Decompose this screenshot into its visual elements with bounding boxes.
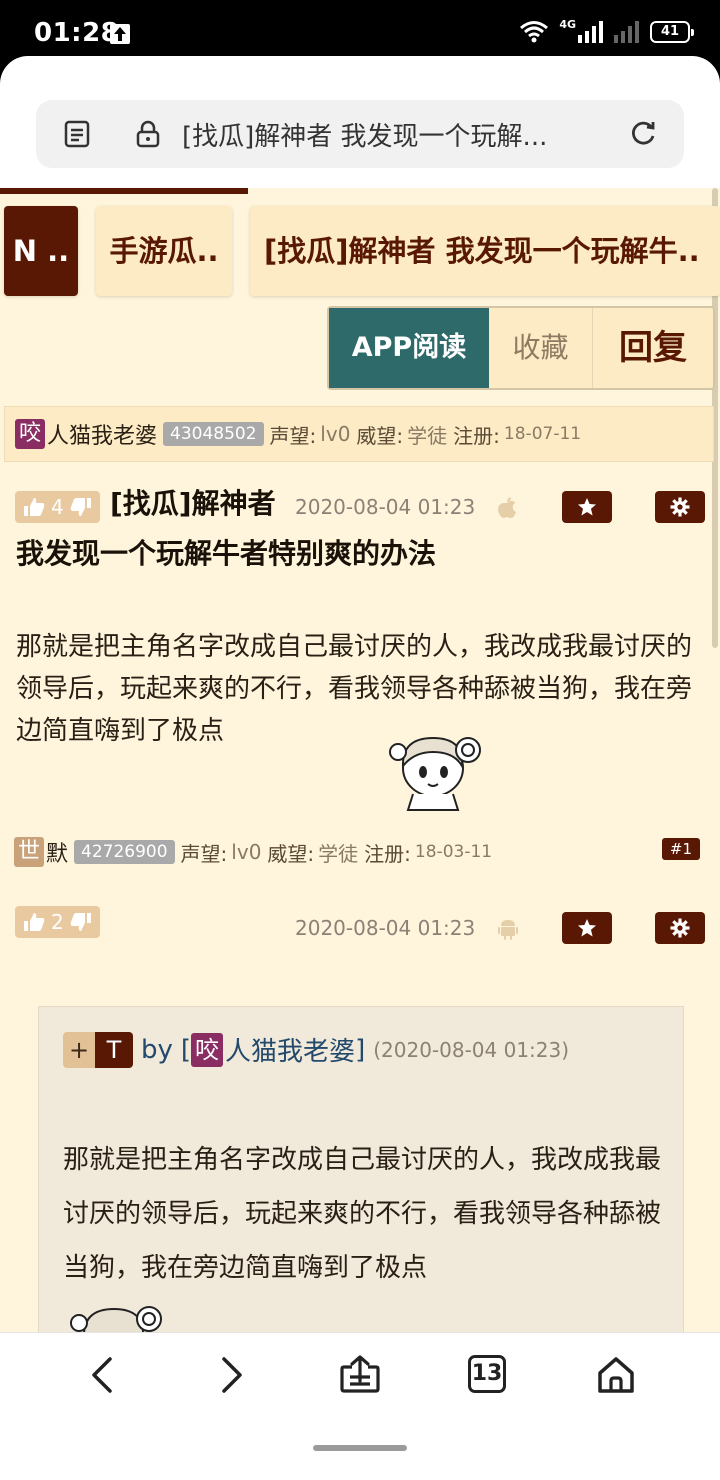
- favorite-button[interactable]: 收藏: [489, 308, 593, 388]
- network-type-label: 4G: [559, 17, 576, 31]
- quote-time: (2020-08-04 01:23): [373, 1037, 570, 1062]
- post-body-text: 那就是把主角名字改成自己最讨厌的人，我改成我最讨厌的领导后，玩起来爽的不行，看我…: [16, 632, 693, 746]
- quote-bracket-open: [: [180, 1034, 192, 1065]
- lock-icon: [136, 120, 160, 148]
- tabs-count-button[interactable]: 13: [468, 1355, 506, 1393]
- page-load-progress: [0, 188, 248, 194]
- reply-button[interactable]: 回复: [593, 308, 713, 388]
- battery-icon: 41: [650, 21, 694, 43]
- app-read-button[interactable]: APP阅读: [329, 308, 489, 388]
- star-icon: [578, 919, 596, 937]
- prestige-value: 学徒: [318, 841, 359, 866]
- reputation-label: 声望:: [180, 841, 228, 866]
- register-label: 注册:: [364, 841, 411, 866]
- recommend-button[interactable]: [562, 491, 612, 523]
- reputation-label: 声望:: [269, 423, 317, 448]
- avatar[interactable]: 咬: [191, 1032, 224, 1067]
- nav-thread-link[interactable]: [找瓜]解神者 我发现一个玩解牛..: [250, 206, 720, 296]
- home-icon[interactable]: [596, 1355, 636, 1395]
- post-title-text: [找瓜]解神者: [110, 487, 276, 520]
- share-icon[interactable]: [338, 1355, 382, 1395]
- author-uid: 42726900: [74, 840, 175, 864]
- gear-icon: [670, 497, 690, 517]
- post-body: 那就是把主角名字改成自己最讨厌的人，我改成我最讨厌的领导后，玩起来爽的不行，看我…: [16, 626, 706, 752]
- quote-topic-tag[interactable]: T: [95, 1031, 133, 1068]
- thumbs-up-icon[interactable]: [23, 912, 45, 932]
- forward-icon[interactable]: [216, 1355, 246, 1395]
- wifi-icon: [520, 21, 549, 43]
- post-time: 2020-08-04 01:23: [295, 495, 476, 519]
- reply-settings-button[interactable]: [655, 912, 705, 944]
- gear-icon: [670, 918, 690, 938]
- signal-2-icon: [614, 21, 639, 43]
- sticker-image: [389, 736, 481, 811]
- sticker-image: [70, 1306, 162, 1332]
- quote-block: + T by [ 咬 人猫我老婆 ] (2020-08-04 01:23) 那就…: [38, 1006, 684, 1332]
- register-label: 注册:: [453, 423, 500, 448]
- status-time: 01:28: [34, 18, 120, 48]
- thread-actions: APP阅读 收藏 回复: [327, 306, 715, 390]
- nav-home-link[interactable]: N ..: [4, 206, 78, 296]
- post-author-bar: 咬 人猫我老婆 43048502 声望: lv0 威望: 学徒 注册: 18-0…: [4, 406, 714, 462]
- avatar[interactable]: 世: [14, 837, 44, 867]
- quote-expand-button[interactable]: +: [63, 1031, 95, 1068]
- apple-icon: [498, 497, 516, 518]
- page-info-icon[interactable]: [64, 120, 90, 148]
- reply-time: 2020-08-04 01:23: [295, 916, 476, 940]
- address-bar[interactable]: [找瓜]解神者 我发现一个玩解...: [36, 100, 684, 168]
- nav-forum-link[interactable]: 手游瓜..: [96, 206, 232, 296]
- home-indicator[interactable]: [313, 1445, 407, 1451]
- star-icon: [578, 498, 596, 516]
- register-date: 18-07-11: [503, 424, 582, 444]
- thumbs-down-icon[interactable]: [70, 912, 92, 932]
- recommend-button[interactable]: [562, 912, 612, 944]
- url-text[interactable]: [找瓜]解神者 我发现一个玩解...: [182, 116, 602, 153]
- prestige-value: 学徒: [407, 423, 448, 448]
- author-name[interactable]: 默: [46, 836, 68, 868]
- back-icon[interactable]: [88, 1355, 118, 1395]
- quote-body: 那就是把主角名字改成自己最讨厌的人，我改成我最讨厌的领导后，玩起来爽的不行，看我…: [63, 1145, 662, 1283]
- vote-box: 2: [15, 906, 100, 938]
- reload-icon[interactable]: [628, 118, 658, 148]
- prestige-label: 威望:: [267, 841, 315, 866]
- web-page: N .. 手游瓜.. [找瓜]解神者 我发现一个玩解牛.. APP阅读 收藏 回…: [0, 188, 720, 1332]
- floor-badge[interactable]: #1: [661, 838, 700, 860]
- quote-author[interactable]: 人猫我老婆: [225, 1031, 355, 1068]
- quote-header: + T by [ 咬 人猫我老婆 ] (2020-08-04 01:23): [63, 1031, 569, 1068]
- reply-author-bar: 世 默 42726900 声望: lv0 威望: 学徒 注册: 18-03-11…: [4, 824, 714, 880]
- quote-bracket-close: ]: [355, 1034, 366, 1065]
- avatar[interactable]: 咬: [15, 419, 45, 449]
- reputation-value: lv0: [320, 422, 351, 446]
- signal-icon: [578, 21, 603, 43]
- android-icon: [498, 920, 518, 940]
- author-uid: 43048502: [163, 422, 264, 446]
- author-name[interactable]: 人猫我老婆: [47, 418, 157, 450]
- register-date: 18-03-11: [414, 842, 493, 862]
- post-title-line2: 我发现一个玩解牛者特别爽的办法: [16, 537, 437, 570]
- upload-notification-icon: [110, 24, 130, 44]
- browser-bottom-bar: 13: [0, 1332, 720, 1480]
- browser-toolbar: [找瓜]解神者 我发现一个玩解...: [0, 56, 720, 190]
- post-settings-button[interactable]: [655, 491, 705, 523]
- prestige-label: 威望:: [356, 423, 404, 448]
- reputation-value: lv0: [231, 840, 262, 864]
- vote-count: 2: [51, 910, 64, 934]
- quote-by-label: by: [141, 1034, 173, 1065]
